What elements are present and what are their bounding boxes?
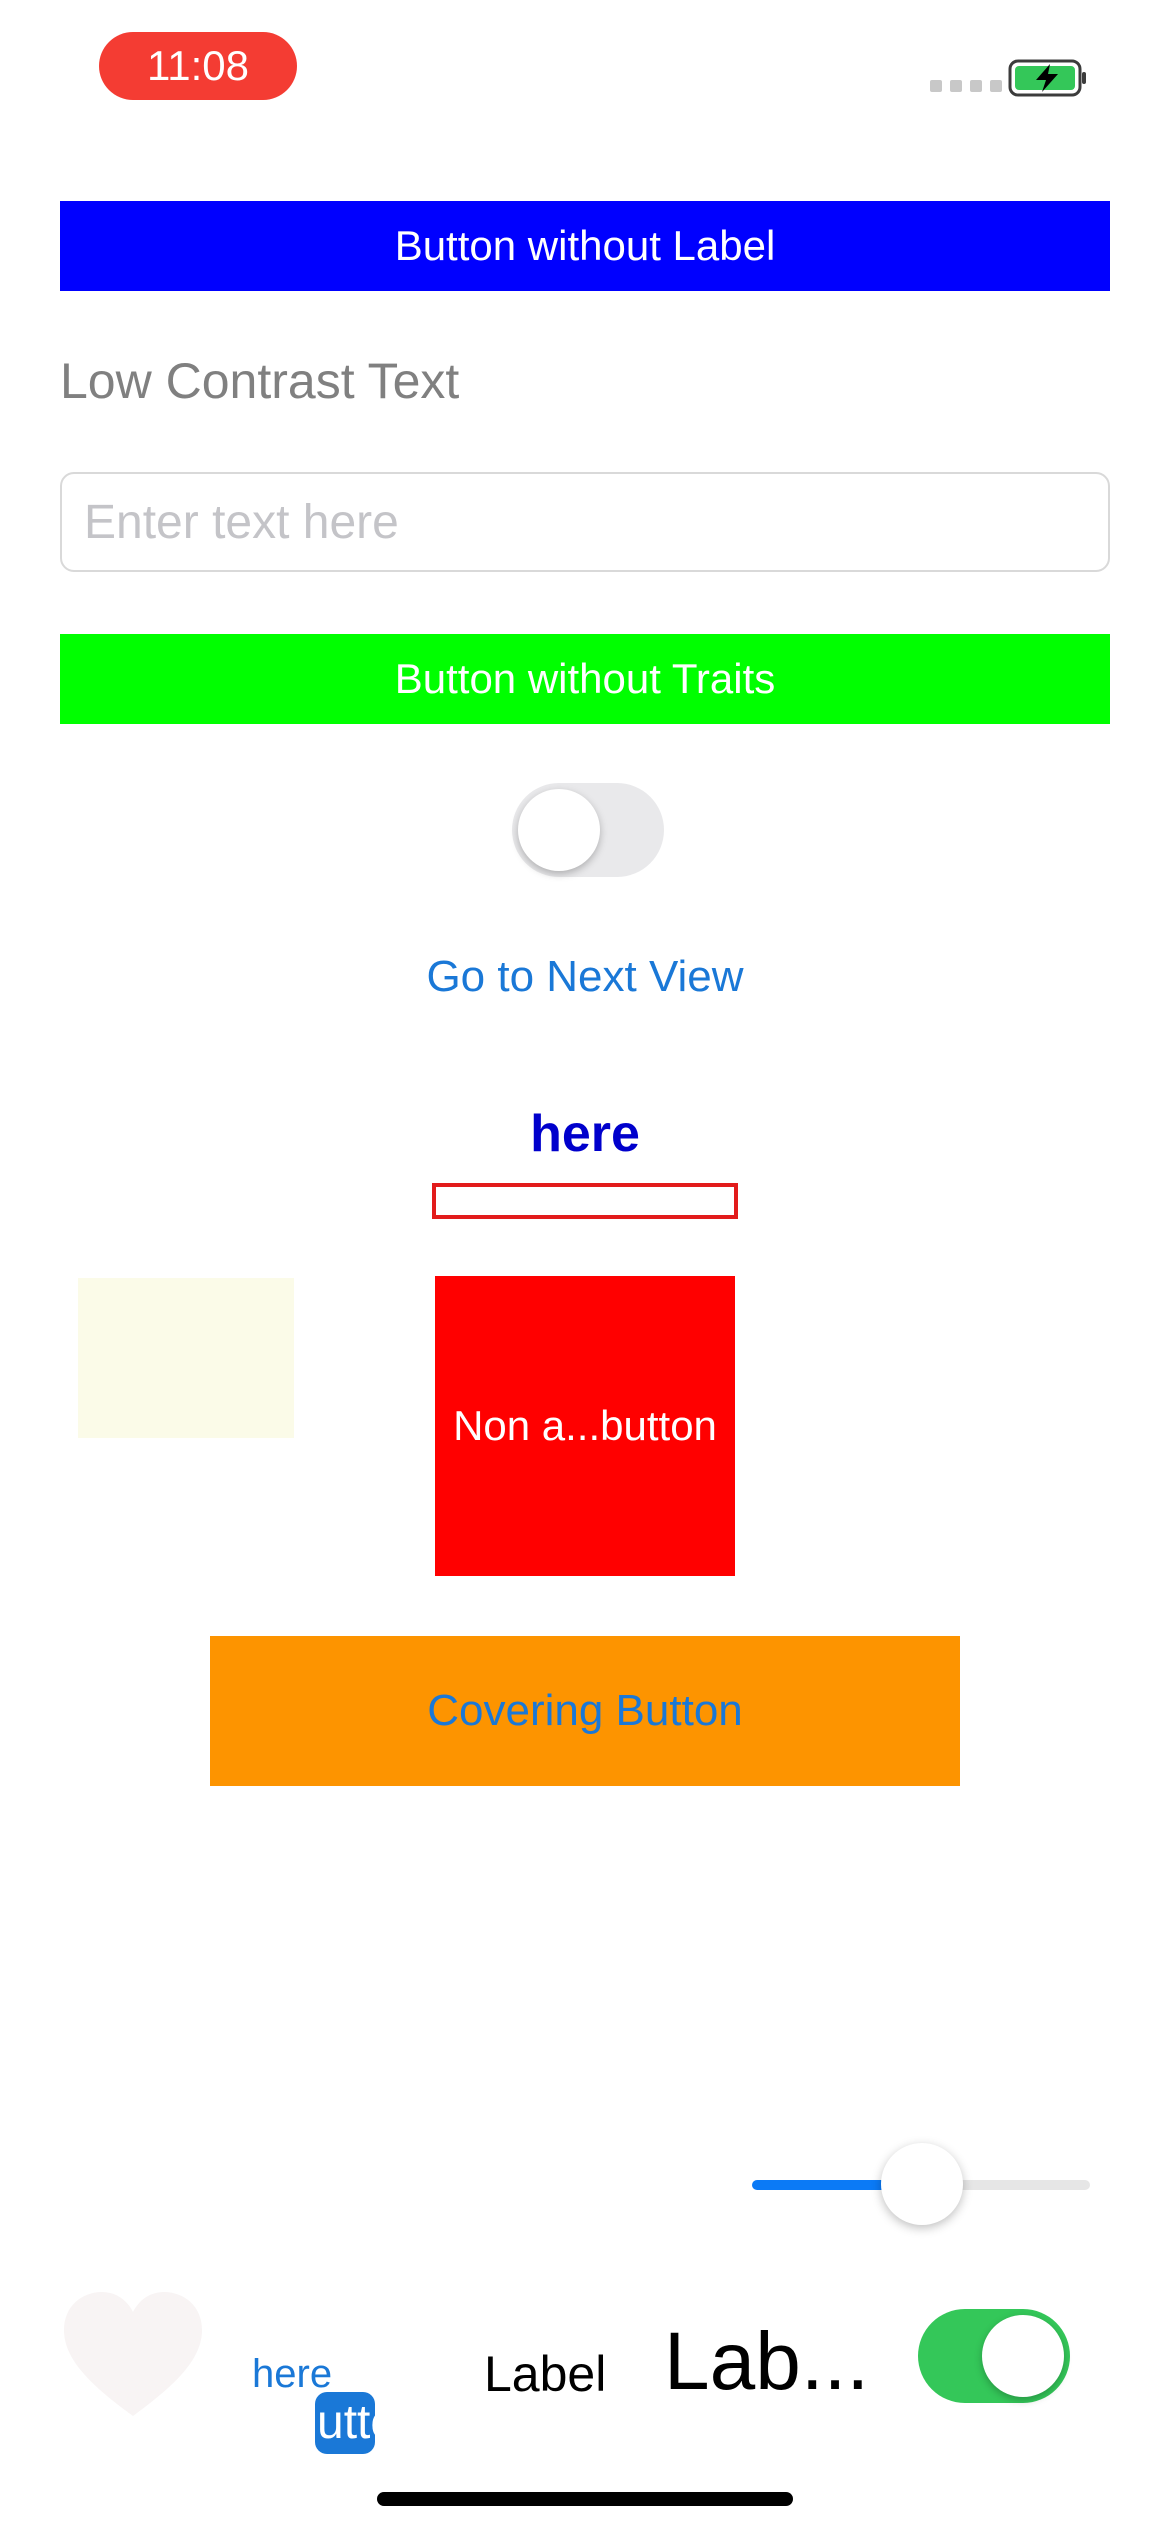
signal-icon: [930, 80, 1002, 92]
here-label: here: [530, 1105, 640, 1163]
status-time: 11:08: [99, 32, 297, 100]
slider-thumb[interactable]: [881, 2143, 963, 2225]
label-small: Label: [484, 2346, 607, 2402]
next-view-button[interactable]: Go to Next View: [0, 952, 1170, 1002]
toggle-switch-off[interactable]: [512, 783, 664, 877]
text-input[interactable]: [60, 472, 1110, 572]
low-contrast-box: [78, 1278, 294, 1438]
toggle-knob: [982, 2315, 1064, 2397]
small-outlined-box[interactable]: [432, 1183, 738, 1219]
toggle-knob: [518, 789, 600, 871]
non-accessible-button[interactable]: Non a...button: [435, 1276, 735, 1576]
home-indicator[interactable]: [377, 2492, 793, 2506]
button-without-label[interactable]: Button without Label: [60, 201, 1110, 291]
heart-icon[interactable]: [62, 2290, 204, 2420]
toggle-switch-on[interactable]: [918, 2309, 1070, 2403]
label-truncated: Lab...: [664, 2316, 870, 2407]
here-small-label: here: [252, 2352, 333, 2396]
covering-button[interactable]: Covering Button: [210, 1636, 960, 1786]
low-contrast-label: Low Contrast Text: [60, 353, 460, 409]
tiny-button[interactable]: Button: [315, 2392, 375, 2454]
button-without-traits[interactable]: Button without Traits: [60, 634, 1110, 724]
battery-charging-icon: [1008, 59, 1086, 97]
